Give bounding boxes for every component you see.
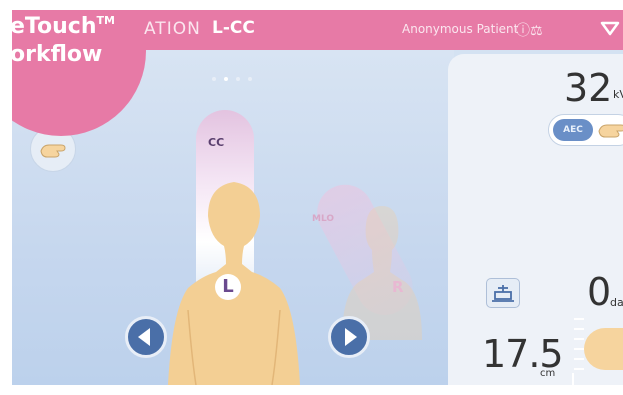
kv-unit: kV: [613, 88, 623, 101]
right-breast-label[interactable]: R: [392, 278, 404, 296]
next-view-button[interactable]: [328, 316, 370, 358]
badge-line-2: orkflow: [12, 42, 103, 67]
tube-position-button[interactable]: [486, 278, 520, 308]
detector-tray-indicator: [572, 373, 623, 385]
tube-icon: [492, 285, 514, 302]
app-frame: ATION L-CC Anonymous Patient ⓘ⚖ CC MLO L: [12, 10, 623, 385]
thickness-unit: cm: [540, 368, 556, 379]
hand-icon: [598, 124, 623, 138]
kv-value[interactable]: 32: [564, 66, 612, 110]
previous-view-button[interactable]: [125, 316, 167, 358]
arrow-left-icon: [138, 328, 150, 346]
dose-unit: dan: [610, 296, 623, 309]
left-breast-label[interactable]: L: [215, 274, 241, 300]
arrow-right-icon: [345, 328, 357, 346]
badge-line-1: eTouchTM: [12, 14, 115, 39]
aec-label[interactable]: AEC: [553, 119, 593, 141]
dose-value: 0: [587, 270, 612, 314]
compression-paddle-indicator: [584, 328, 623, 370]
